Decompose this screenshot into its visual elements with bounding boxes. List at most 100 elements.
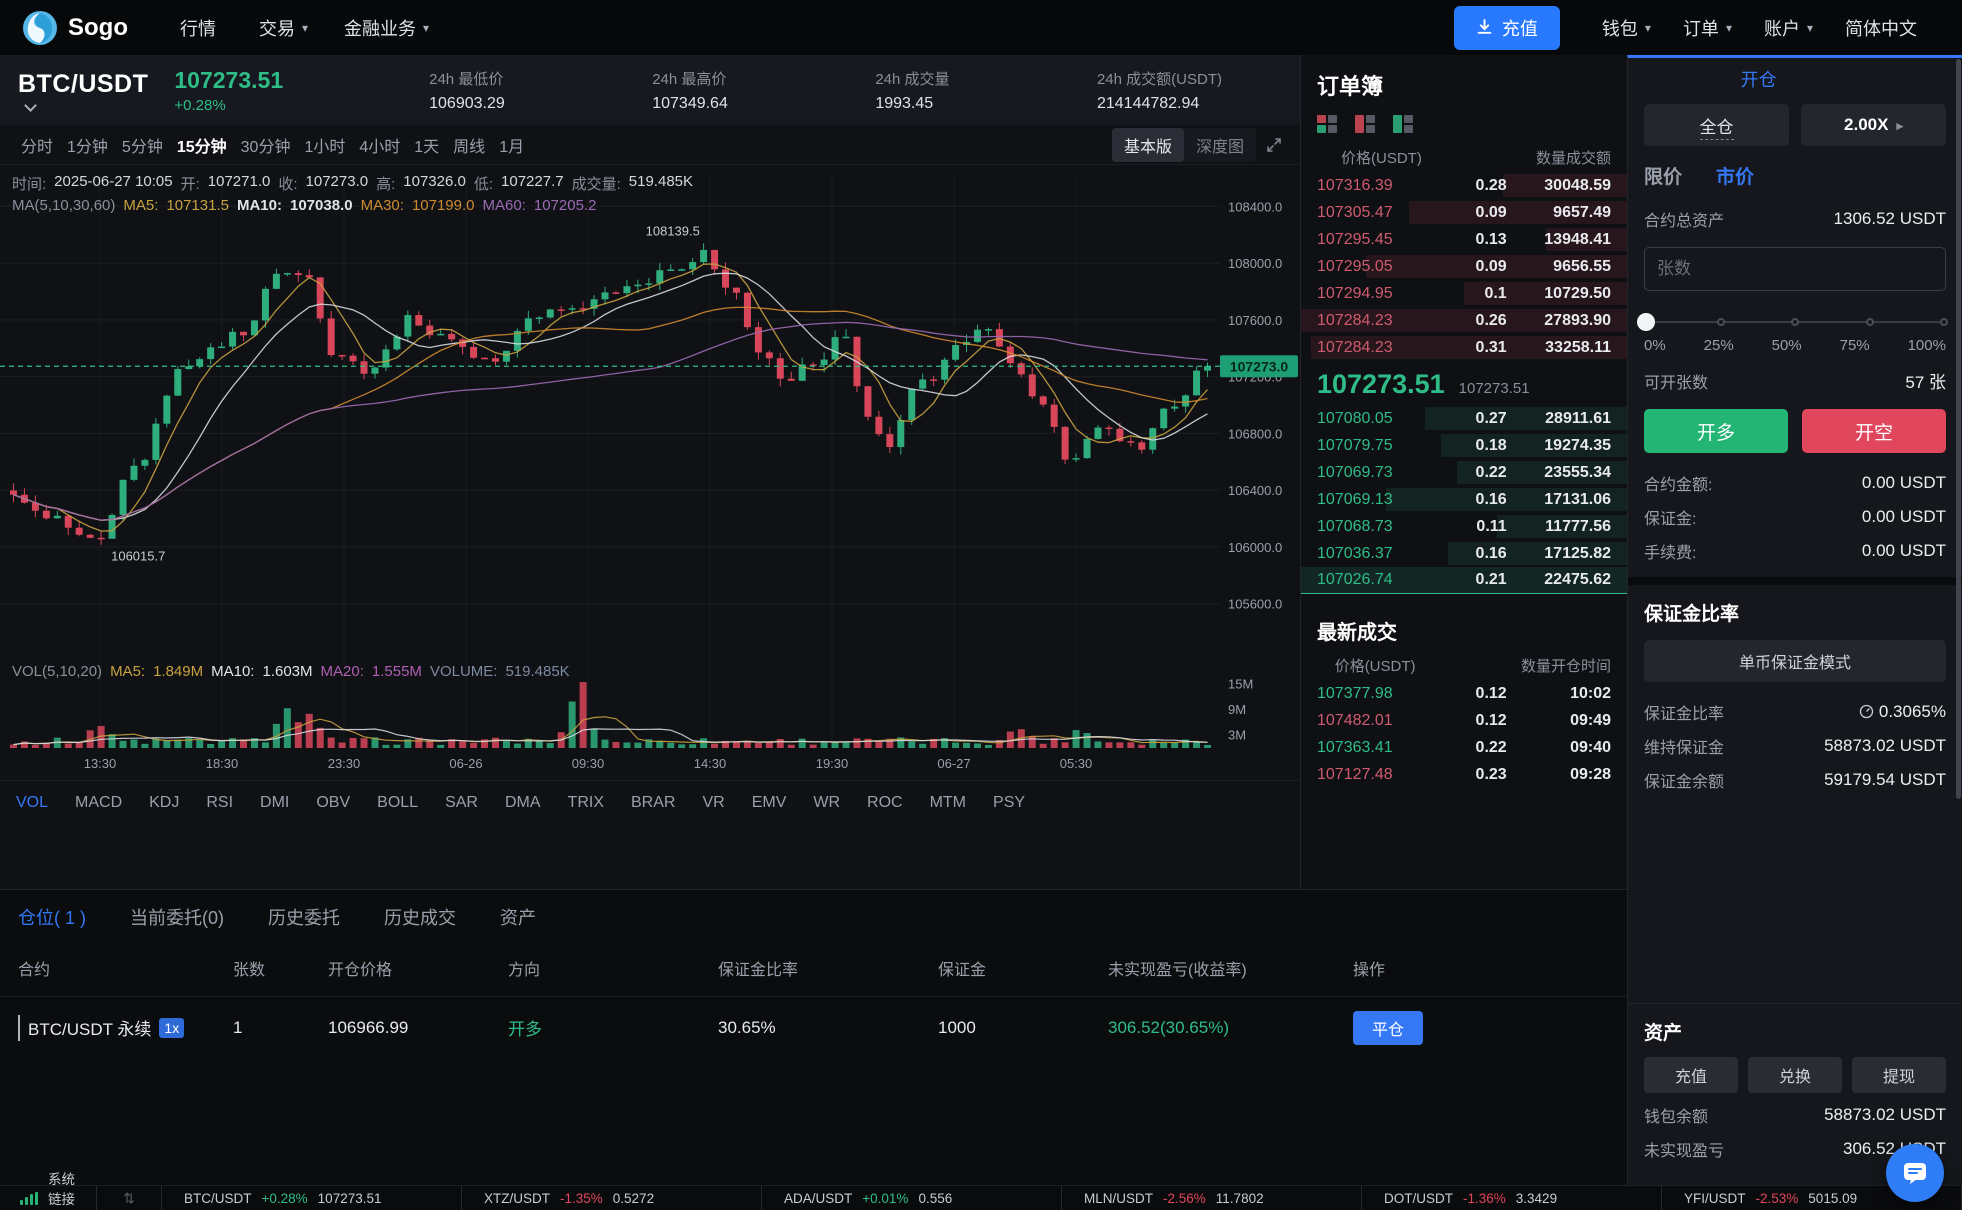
asset-action-button[interactable]: 兑换 (1748, 1057, 1842, 1093)
positions-table: 合约张数开仓价格方向保证金比率保证金未实现盈亏(收益率)操作 BTC/USDT … (0, 940, 1627, 1058)
position-row: BTC/USDT 永续 1x 1 106966.99 开多 30.65% 100… (0, 996, 1627, 1058)
timeframe-option[interactable]: 30分钟 (234, 129, 298, 161)
svg-text:106800.0: 106800.0 (1228, 426, 1282, 441)
symbol-selector[interactable]: BTC/USDT (18, 70, 148, 110)
indicator-option[interactable]: MTM (930, 794, 966, 812)
deposit-button[interactable]: 充值 (1454, 6, 1560, 50)
timeframe-option[interactable]: 4小时 (352, 129, 407, 161)
quantity-input[interactable] (1644, 247, 1946, 291)
leverage-button[interactable]: 2.00X▸ (1801, 104, 1946, 146)
single-coin-margin-button[interactable]: 单币保证金模式 (1644, 640, 1946, 682)
scrollbar-thumb[interactable] (1956, 59, 1961, 799)
positions-tab[interactable]: 仓位( 1 ) (18, 904, 86, 930)
view-mode-option[interactable]: 深度图 (1184, 128, 1256, 162)
open-position-tab[interactable]: 开仓 (1644, 58, 1946, 100)
slider-dot-75[interactable] (1866, 318, 1874, 326)
bid-row[interactable]: 107069.13 0.16 17131.06 (1301, 486, 1627, 513)
swap-icon[interactable]: ⇅ (97, 1186, 162, 1210)
ask-row[interactable]: 107305.47 0.09 9657.49 (1301, 199, 1627, 226)
asset-action-button[interactable]: 提现 (1852, 1057, 1946, 1093)
bid-row[interactable]: 107069.73 0.22 23555.34 (1301, 459, 1627, 486)
timeframe-option[interactable]: 1小时 (297, 129, 352, 161)
nav-menu-item[interactable]: 金融业务 ▾ (326, 0, 447, 55)
timeframe-option[interactable]: 15分钟 (170, 129, 234, 161)
order-type-option[interactable]: 限价 (1644, 162, 1682, 193)
ticker-cell[interactable]: XTZ/USDT -1.35% 0.5272 (462, 1186, 762, 1210)
slider-dot-50[interactable] (1791, 318, 1799, 326)
scrollbar[interactable] (1955, 55, 1962, 1185)
nav-menu-item[interactable]: 交易 ▾ (241, 0, 326, 55)
indicator-option[interactable]: OBV (316, 794, 350, 812)
book-bids-icon[interactable] (1393, 115, 1413, 133)
close-position-button[interactable]: 平仓 (1353, 1011, 1423, 1045)
brand[interactable]: Sogo (22, 10, 128, 46)
timeframe-option[interactable]: 1分钟 (60, 129, 115, 161)
bid-row[interactable]: 107079.75 0.18 19274.35 (1301, 432, 1627, 459)
ask-row[interactable]: 107284.23 0.31 33258.11 (1301, 334, 1627, 361)
nav-menu-item[interactable]: 简体中文 (1829, 0, 1940, 55)
bid-row[interactable]: 107080.05 0.27 28911.61 (1301, 405, 1627, 432)
chart-canvas[interactable]: 108400.0108000.0107600.0107200.0106800.0… (0, 165, 1300, 780)
indicator-option[interactable]: ROC (867, 794, 903, 812)
amount-slider[interactable] (1646, 313, 1944, 331)
indicator-option[interactable]: BRAR (631, 794, 675, 812)
svg-text:15M: 15M (1228, 676, 1253, 691)
ask-row[interactable]: 107295.05 0.09 9656.55 (1301, 253, 1627, 280)
positions-tab[interactable]: 当前委托(0) (130, 904, 224, 930)
margin-row: 保证金余额 59179.54 USDT (1644, 768, 1946, 792)
slider-dot-25[interactable] (1717, 318, 1725, 326)
indicator-option[interactable]: VOL (16, 794, 48, 812)
chevron-down-icon (24, 99, 37, 112)
margin-mode-button[interactable]: 全仓 (1644, 104, 1789, 146)
book-asks-icon[interactable] (1355, 115, 1375, 133)
timeframe-option[interactable]: 1天 (407, 129, 446, 161)
indicator-option[interactable]: VR (702, 794, 724, 812)
indicator-option[interactable]: EMV (752, 794, 787, 812)
indicator-option[interactable]: MACD (75, 794, 122, 812)
timeframe-option[interactable]: 1月 (492, 129, 531, 161)
open-short-button[interactable]: 开空 (1802, 409, 1946, 453)
indicator-option[interactable]: RSI (206, 794, 233, 812)
indicator-option[interactable]: BOLL (377, 794, 418, 812)
chat-bubble-button[interactable] (1886, 1144, 1944, 1202)
nav-menu-item[interactable]: 钱包 ▾ (1586, 0, 1667, 55)
order-type-option[interactable]: 市价 (1716, 162, 1754, 193)
bid-row[interactable]: 107026.74 0.21 22475.62 (1301, 567, 1627, 594)
expand-icon[interactable] (1266, 137, 1282, 153)
indicator-option[interactable]: KDJ (149, 794, 179, 812)
indicator-option[interactable]: WR (813, 794, 840, 812)
positions-tab[interactable]: 历史委托 (268, 904, 340, 930)
ticker-cell[interactable]: MLN/USDT -2.56% 11.7802 (1062, 1186, 1362, 1210)
ticker-cell[interactable]: ADA/USDT +0.01% 0.556 (762, 1186, 1062, 1210)
last-price: 107273.51 (174, 67, 283, 94)
nav-menu-item[interactable]: 行情 (162, 0, 241, 55)
ticker-cell[interactable]: BTC/USDT +0.28% 107273.51 (162, 1186, 462, 1210)
margin-ratio-title: 保证金比率 (1644, 599, 1946, 626)
ask-row[interactable]: 107294.95 0.1 10729.50 (1301, 280, 1627, 307)
indicator-option[interactable]: DMA (505, 794, 541, 812)
nav-menu-item[interactable]: 账户 ▾ (1748, 0, 1829, 55)
candlestick-chart[interactable]: 时间:2025-06-27 10:05 开:107271.0 收:107273.… (0, 165, 1300, 780)
ticker-cell[interactable]: DOT/USDT -1.36% 3.3429 (1362, 1186, 1662, 1210)
ask-row[interactable]: 107284.23 0.26 27893.90 (1301, 307, 1627, 334)
indicator-option[interactable]: TRIX (568, 794, 604, 812)
timeframe-option[interactable]: 周线 (446, 129, 492, 161)
indicator-option[interactable]: DMI (260, 794, 289, 812)
asset-action-button[interactable]: 充值 (1644, 1057, 1738, 1093)
view-mode-option[interactable]: 基本版 (1112, 128, 1184, 162)
slider-handle[interactable] (1637, 313, 1655, 331)
indicator-option[interactable]: PSY (993, 794, 1025, 812)
positions-tab[interactable]: 资产 (500, 904, 536, 930)
timeframe-option[interactable]: 5分钟 (115, 129, 170, 161)
positions-tab[interactable]: 历史成交 (384, 904, 456, 930)
ask-row[interactable]: 107295.45 0.13 13948.41 (1301, 226, 1627, 253)
timeframe-option[interactable]: 分时 (14, 129, 60, 161)
book-both-icon[interactable] (1317, 115, 1337, 133)
ask-row[interactable]: 107316.39 0.28 30048.59 (1301, 172, 1627, 199)
slider-dot-100[interactable] (1940, 318, 1948, 326)
open-long-button[interactable]: 开多 (1644, 409, 1788, 453)
nav-menu-item[interactable]: 订单 ▾ (1667, 0, 1748, 55)
bid-row[interactable]: 107036.37 0.16 17125.82 (1301, 540, 1627, 567)
indicator-option[interactable]: SAR (445, 794, 478, 812)
bid-row[interactable]: 107068.73 0.11 11777.56 (1301, 513, 1627, 540)
